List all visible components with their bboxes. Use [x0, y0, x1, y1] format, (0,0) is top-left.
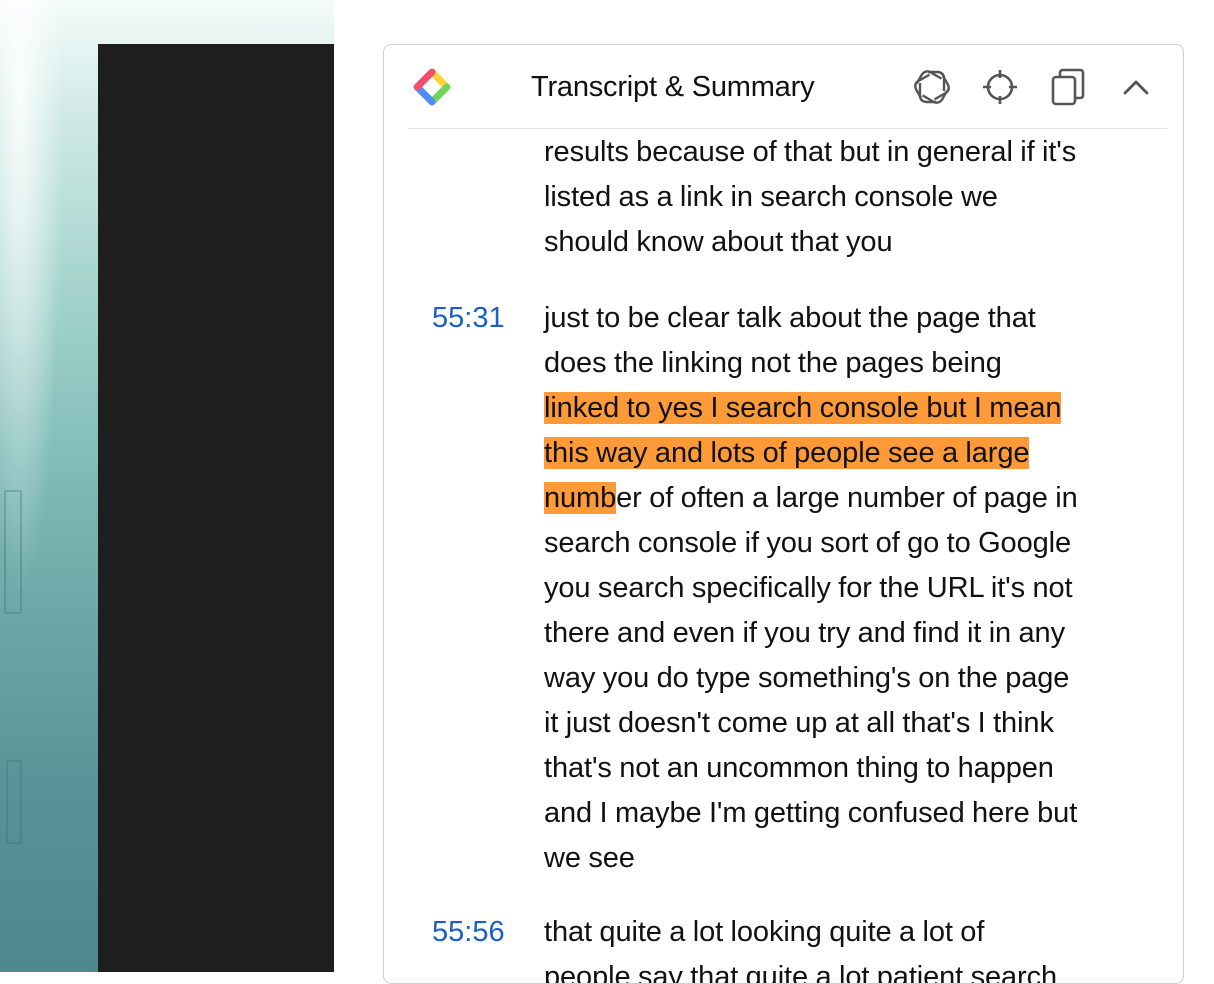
video-frame-detail: [6, 760, 22, 844]
transcript-text: just to be clear talk about the page tha…: [544, 296, 1144, 881]
video-frame-detail: [4, 490, 22, 614]
timestamp-link[interactable]: 55:31: [432, 302, 532, 335]
transcript-line: results because of that but in general i…: [544, 136, 1077, 168]
panel-title: Transcript & Summary: [531, 71, 815, 103]
copy-icon: [1049, 67, 1087, 107]
video-player-area[interactable]: [0, 0, 334, 972]
transcript-line: that quite a lot looking quite a lot of: [544, 916, 985, 948]
chatgpt-summary-button[interactable]: [910, 65, 954, 109]
transcript-line: that's not an uncommon thing to happen: [544, 752, 1054, 784]
transcript-line: and I maybe I'm getting confused here bu…: [544, 797, 1078, 829]
current-highlight: linked to yes I search console but I mea…: [544, 392, 1062, 424]
panel-header: Transcript & Summary: [408, 45, 1167, 129]
current-highlight: numb: [544, 482, 617, 514]
transcript-line: linked to yes I search console but I mea…: [544, 386, 1144, 431]
transcript-line: way you do type something's on the page: [544, 662, 1070, 694]
locate-current-button[interactable]: [978, 65, 1022, 109]
transcript-line: just to be clear talk about the page tha…: [544, 302, 1036, 334]
transcript-summary-panel: Transcript & Summary results because of …: [383, 44, 1184, 984]
transcript-line: search console if you sort of go to Goog…: [544, 527, 1071, 559]
transcript-line: we see: [544, 842, 635, 874]
chatgpt-icon: [911, 66, 953, 108]
collapse-panel-button[interactable]: [1114, 65, 1158, 109]
transcript-line: it just doesn't come up at all that's I …: [544, 707, 1054, 739]
video-dark-region: [98, 44, 334, 972]
transcript-line: number of often a large number of page i…: [544, 476, 1144, 521]
timestamp-link[interactable]: 55:56: [432, 916, 532, 949]
transcript-line: should know about that you: [544, 226, 893, 258]
current-highlight: this way and lots of people see a large: [544, 437, 1030, 469]
transcript-text: results because of that but in general i…: [544, 130, 1144, 265]
transcript-list[interactable]: results because of that but in general i…: [384, 130, 1183, 983]
crosshair-icon: [981, 68, 1019, 106]
copy-transcript-button[interactable]: [1046, 65, 1090, 109]
transcript-line: you search specifically for the URL it's…: [544, 572, 1073, 604]
transcript-line: people say that quite a lot patient sear…: [544, 961, 1058, 983]
transcript-text: that quite a lot looking quite a lot of …: [544, 910, 1144, 983]
transcript-line: there and even if you try and find it in…: [544, 617, 1065, 649]
chevron-up-icon: [1121, 77, 1151, 97]
transcript-line: this way and lots of people see a large: [544, 431, 1144, 476]
transcript-line: does the linking not the pages being: [544, 347, 1002, 379]
transcript-text-span: er of often a large number of page in: [616, 482, 1078, 514]
transcript-line: listed as a link in search console we: [544, 181, 998, 213]
colorful-diamond-logo-icon: [410, 65, 454, 109]
